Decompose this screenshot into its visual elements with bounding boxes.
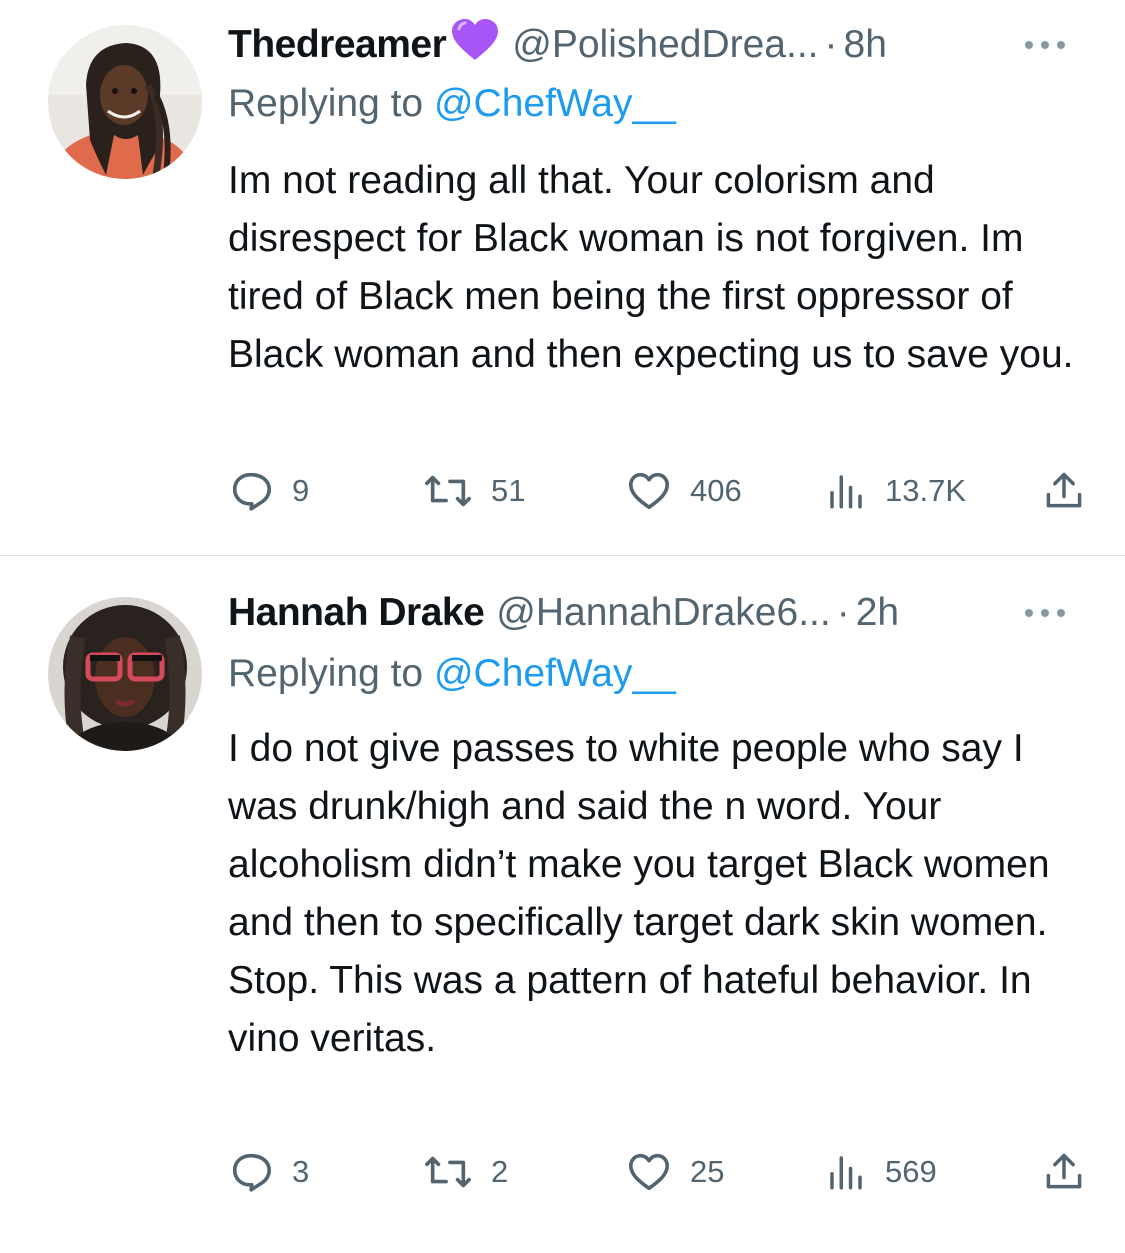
views-button[interactable]: 13.7K (825, 466, 966, 516)
like-button[interactable]: 406 (626, 466, 742, 516)
handle[interactable]: @HannahDrake6... (496, 591, 830, 635)
replying-handle[interactable]: @ChefWay__ (434, 82, 676, 125)
replying-label: Replying to (228, 82, 424, 125)
display-name[interactable]: Hannah Drake (228, 591, 485, 635)
tweet-text: Im not reading all that. Your colorism a… (228, 159, 1074, 376)
like-button[interactable]: 25 (626, 1147, 724, 1197)
views-button[interactable]: 569 (825, 1147, 937, 1197)
retweet-icon (425, 1156, 471, 1188)
views-icon (830, 475, 862, 509)
display-name[interactable]: Thedreamer (228, 23, 447, 67)
share-icon (1046, 472, 1082, 508)
like-icon (628, 1153, 670, 1191)
more-icon[interactable] (1023, 590, 1067, 636)
share-button[interactable] (1042, 466, 1086, 516)
views-count: 13.7K (885, 473, 967, 508)
like-count: 25 (690, 1154, 725, 1189)
replying-to: Replying to @ChefWay__ (228, 82, 676, 126)
timestamp[interactable]: 2h (856, 591, 899, 635)
like-icon (628, 472, 670, 510)
more-icon[interactable] (1023, 22, 1067, 68)
share-icon (1046, 1153, 1082, 1189)
tweet-thedreamer[interactable]: Thedreamer @PolishedDrea... · 8h Replyin… (0, 0, 1125, 556)
timestamp[interactable]: 8h (844, 23, 887, 67)
handle[interactable]: @PolishedDrea... (512, 23, 818, 67)
tweet-header: Hannah Drake @HannahDrake6... · 2h (228, 590, 1075, 636)
share-button[interactable] (1042, 1147, 1086, 1197)
views-count: 569 (885, 1154, 937, 1189)
retweet-button[interactable]: 2 (423, 1147, 508, 1197)
tweet-actions: 3 2 25 569 (228, 1147, 1089, 1197)
separator-dot: · (836, 591, 850, 634)
replying-to: Replying to @ChefWay__ (228, 652, 676, 696)
like-count: 406 (690, 473, 742, 508)
avatar[interactable] (48, 25, 202, 179)
avatar[interactable] (48, 597, 202, 751)
retweet-count: 2 (491, 1154, 509, 1189)
retweet-icon (425, 475, 471, 507)
retweet-count: 51 (491, 473, 526, 508)
purple-heart-icon (450, 18, 500, 72)
reply-icon (232, 1153, 272, 1192)
reply-icon (232, 472, 272, 511)
retweet-button[interactable]: 51 (423, 466, 525, 516)
reply-button[interactable]: 3 (228, 1147, 309, 1197)
tweet-text: I do not give passes to white people who… (228, 727, 1050, 1060)
reply-count: 9 (292, 473, 310, 508)
tweet-hannah-drake[interactable]: Hannah Drake @HannahDrake6... · 2h Reply… (0, 557, 1125, 1253)
replying-handle[interactable]: @ChefWay__ (434, 652, 676, 695)
separator-dot: · (824, 23, 838, 66)
reply-button[interactable]: 9 (228, 466, 309, 516)
views-icon (830, 1156, 862, 1190)
tweet-actions: 9 51 406 13.7K (228, 466, 1089, 516)
replying-label: Replying to (228, 652, 424, 695)
tweet-header: Thedreamer @PolishedDrea... · 8h (228, 19, 1075, 68)
reply-count: 3 (292, 1154, 310, 1189)
